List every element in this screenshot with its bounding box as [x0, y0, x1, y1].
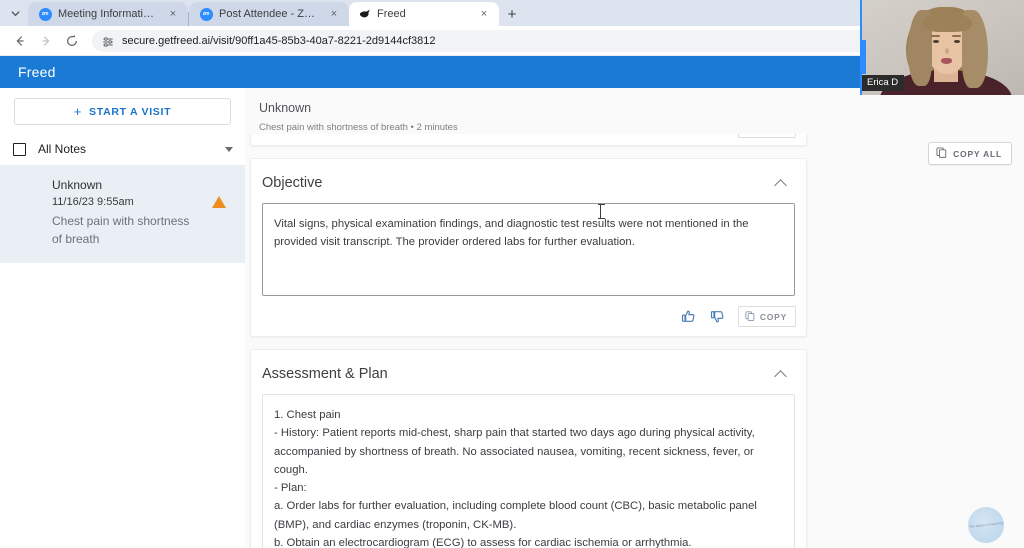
close-icon[interactable]: × [166, 7, 180, 21]
arrow-left-icon[interactable] [8, 29, 32, 53]
start-a-visit-button[interactable]: + START A VISIT [14, 98, 231, 125]
freed-app: Freed + START A VISIT All Notes Unknown [0, 56, 1024, 548]
arrow-right-icon [34, 29, 58, 53]
site-settings-icon[interactable] [102, 35, 114, 47]
sidebar-empty-space [0, 263, 245, 548]
assessment-line: a. Order labs for further evaluation, in… [274, 497, 782, 534]
app-logo[interactable]: Freed [18, 64, 56, 80]
subjective-card-partial[interactable]: COPY [250, 134, 807, 146]
copy-button[interactable]: COPY [738, 134, 796, 138]
freed-bird-icon [359, 8, 371, 20]
assessment-line: b. Obtain an electrocardiogram (ECG) to … [274, 534, 782, 548]
card-header[interactable]: Assessment & Plan [251, 350, 806, 394]
start-visit-label: START A VISIT [89, 106, 171, 118]
card-body: 1. Chest pain - History: Patient reports… [251, 394, 806, 548]
thumbs-up-icon[interactable] [680, 134, 697, 136]
zoom-icon: zm [199, 7, 213, 21]
plus-icon: + [74, 105, 82, 118]
url-text: secure.getfreed.ai/visit/90ff1a45-85b3-4… [122, 35, 436, 47]
thumbs-down-icon[interactable] [709, 134, 726, 136]
participant-name-label: Erica D [862, 75, 904, 91]
sidebar: + START A VISIT All Notes Unknown 11/16/… [0, 88, 245, 548]
close-icon[interactable]: × [477, 7, 491, 21]
select-all-checkbox[interactable] [13, 143, 26, 156]
tab-title: Freed [377, 8, 471, 20]
all-notes-filter-row[interactable]: All Notes [0, 133, 245, 165]
thumbs-down-icon[interactable] [709, 308, 726, 325]
card-header[interactable]: Objective [251, 159, 806, 203]
browser-tab-0[interactable]: zm Meeting Information - Zoom × [28, 2, 188, 26]
copy-icon [936, 147, 947, 160]
copy-icon [745, 311, 755, 323]
copy-label: COPY [760, 312, 787, 322]
zoom-video-overlay[interactable]: Erica D [860, 0, 1024, 95]
new-tab-button[interactable]: + [499, 2, 525, 26]
objective-text: Vital signs, physical examination findin… [274, 218, 749, 248]
assessment-line: - History: Patient reports mid-chest, sh… [274, 424, 782, 479]
objective-textarea[interactable]: Vital signs, physical examination findin… [262, 203, 795, 296]
list-item[interactable]: Unknown 11/16/23 9:55am Chest pain with … [0, 165, 245, 263]
tab-title: Post Attendee - Zoom [219, 8, 321, 20]
tab-search-chevron-down-icon[interactable] [2, 0, 28, 26]
video-accent-strip [862, 40, 866, 74]
visit-subtitle: Chest pain with shortness of breath • 2 … [259, 122, 1024, 133]
warning-triangle-icon [212, 196, 226, 208]
avatar-hair-fringe [922, 13, 972, 32]
thumbs-up-icon[interactable] [680, 308, 697, 325]
avatar-brow-right [952, 35, 961, 37]
start-visit-container: + START A VISIT [0, 88, 245, 133]
section-title: Objective [262, 175, 322, 191]
copy-all-button[interactable]: COPY ALL [928, 142, 1012, 165]
card-body: Vital signs, physical examination findin… [251, 203, 806, 296]
close-icon[interactable]: × [327, 7, 341, 21]
page-title: Unknown [259, 100, 1024, 116]
browser-window: zm Meeting Information - Zoom × zm Post … [0, 0, 1024, 548]
avatar-brow-left [931, 35, 940, 37]
tab-title: Meeting Information - Zoom [58, 8, 160, 20]
assessment-line: - Plan: [274, 479, 782, 497]
card-actions: COPY [251, 296, 806, 336]
all-notes-label: All Notes [38, 142, 213, 156]
note-timestamp: 11/16/23 9:55am [52, 194, 233, 211]
assessment-line: 1. Chest pain [274, 406, 782, 424]
reload-icon[interactable] [60, 29, 84, 53]
assessment-plan-card[interactable]: Assessment & Plan 1. Chest pain - Histor… [250, 349, 807, 548]
copy-button[interactable]: COPY [738, 306, 796, 327]
note-description: Chest pain with shortness of breath [52, 212, 194, 249]
text-cursor-icon [600, 205, 601, 218]
chevron-up-icon[interactable] [776, 178, 787, 189]
avatar-mouth [941, 58, 952, 64]
avatar-nose [945, 48, 949, 54]
caret-down-icon[interactable] [225, 147, 233, 152]
main-content: Unknown Chest pain with shortness of bre… [245, 88, 1024, 548]
chevron-up-icon[interactable] [776, 369, 787, 380]
browser-tab-1[interactable]: zm Post Attendee - Zoom × [189, 2, 349, 26]
section-title: Assessment & Plan [262, 366, 388, 382]
notes-scroll-area[interactable]: COPY Objective Vital signs, physical ex [245, 134, 1024, 548]
avatar-eye-left [933, 40, 939, 43]
copy-all-label: COPY ALL [953, 149, 1002, 159]
card-actions: COPY [251, 134, 806, 146]
app-body: + START A VISIT All Notes Unknown 11/16/… [0, 88, 1024, 548]
browser-tab-2-active[interactable]: Freed × [349, 2, 499, 26]
zoom-icon: zm [38, 7, 52, 21]
avatar-eye-right [954, 40, 960, 43]
watermark-text: The Mann Consulting [969, 521, 1003, 529]
objective-card[interactable]: Objective Vital signs, physical examinat… [250, 158, 807, 337]
assessment-plan-textarea[interactable]: 1. Chest pain - History: Patient reports… [262, 394, 795, 548]
watermark-badge: The Mann Consulting [968, 507, 1004, 543]
note-patient-name: Unknown [52, 177, 233, 194]
